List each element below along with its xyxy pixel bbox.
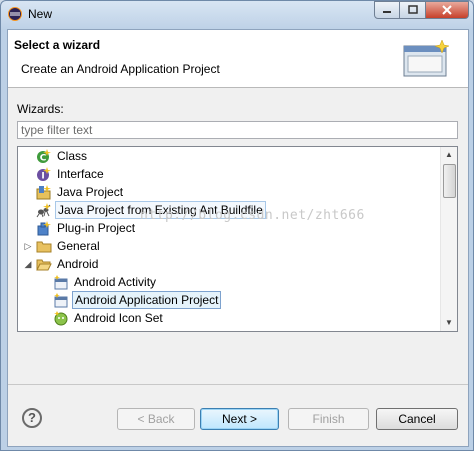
next-button[interactable]: Next >	[200, 408, 279, 430]
tree-item-label: Android Icon Set	[74, 311, 163, 325]
tree-item-class[interactable]: C Class	[36, 147, 89, 165]
tree-item-label: Android Application Project	[72, 291, 222, 309]
tree-item-android-icon-set[interactable]: Android Icon Set	[53, 309, 165, 327]
plugin-project-icon	[37, 221, 51, 236]
java-class-icon: C	[37, 149, 51, 164]
android-app-icon	[54, 293, 68, 308]
tree-item-android[interactable]: ◢ Android	[22, 255, 100, 273]
maximize-icon	[407, 5, 418, 14]
page-title: Select a wizard	[14, 38, 101, 52]
dialog-body: Select a wizard Create an Android Applic…	[7, 29, 469, 447]
minimize-button[interactable]	[374, 1, 400, 19]
java-interface-icon: I	[37, 167, 51, 182]
page-description: Create an Android Application Project	[21, 62, 220, 76]
window-title: New	[28, 7, 53, 21]
wizard-banner-icon	[403, 39, 450, 77]
tree-scrollbar[interactable]: ▲ ▼	[440, 147, 457, 331]
scroll-up-icon[interactable]: ▲	[441, 147, 457, 163]
svg-text:I: I	[41, 172, 44, 182]
folder-open-icon	[36, 259, 52, 271]
tree-item-label: Android	[57, 257, 99, 271]
button-bar-divider	[8, 384, 468, 385]
java-project-icon	[36, 185, 51, 200]
finish-button[interactable]: Finish	[288, 408, 369, 430]
tree-item-android-activity[interactable]: Android Activity	[53, 273, 158, 291]
ant-project-icon	[36, 203, 51, 218]
folder-icon	[36, 241, 52, 253]
close-icon	[442, 5, 452, 15]
tree-item-label: Java Project	[57, 185, 124, 199]
back-button[interactable]: < Back	[117, 408, 195, 430]
wizards-label: Wizards:	[17, 102, 64, 116]
tree-item-java-project[interactable]: Java Project	[36, 183, 125, 201]
filter-input[interactable]	[17, 121, 458, 139]
tree-item-android-application-project[interactable]: Android Application Project	[53, 291, 222, 309]
minimize-icon	[383, 11, 391, 13]
android-activity-icon	[54, 275, 68, 290]
chevron-down-icon[interactable]: ◢	[22, 256, 34, 272]
tree-item-label: Android Activity	[74, 275, 157, 289]
eclipse-icon	[8, 7, 22, 21]
tree-item-general[interactable]: ▷ General	[22, 237, 102, 255]
wizard-header: Select a wizard Create an Android Applic…	[8, 30, 468, 88]
tree-item-label: Interface	[57, 167, 104, 181]
scroll-down-icon[interactable]: ▼	[441, 315, 457, 331]
new-wizard-window: New Select a wizard Create an Android Ap…	[0, 0, 474, 451]
android-icon-set-icon	[54, 311, 68, 326]
title-bar[interactable]: New	[1, 1, 473, 29]
tree-item-label: Class	[57, 149, 88, 163]
close-button[interactable]	[425, 1, 469, 19]
chevron-right-icon[interactable]: ▷	[22, 238, 34, 254]
watermark-text: http://blog.csdn.net/zht666	[140, 208, 365, 223]
help-button[interactable]: ?	[22, 408, 42, 428]
cancel-button[interactable]: Cancel	[376, 408, 458, 430]
tree-item-label: General	[57, 239, 100, 253]
tree-item-label: Plug-in Project	[57, 221, 136, 235]
scrollbar-thumb[interactable]	[443, 164, 456, 198]
svg-text:C: C	[40, 154, 47, 164]
maximize-button[interactable]	[399, 1, 426, 19]
tree-item-plugin-project[interactable]: Plug-in Project	[36, 219, 137, 237]
tree-item-interface[interactable]: I Interface	[36, 165, 106, 183]
wizard-tree[interactable]: C Class I Interface Java Project Java Pr…	[17, 146, 458, 332]
